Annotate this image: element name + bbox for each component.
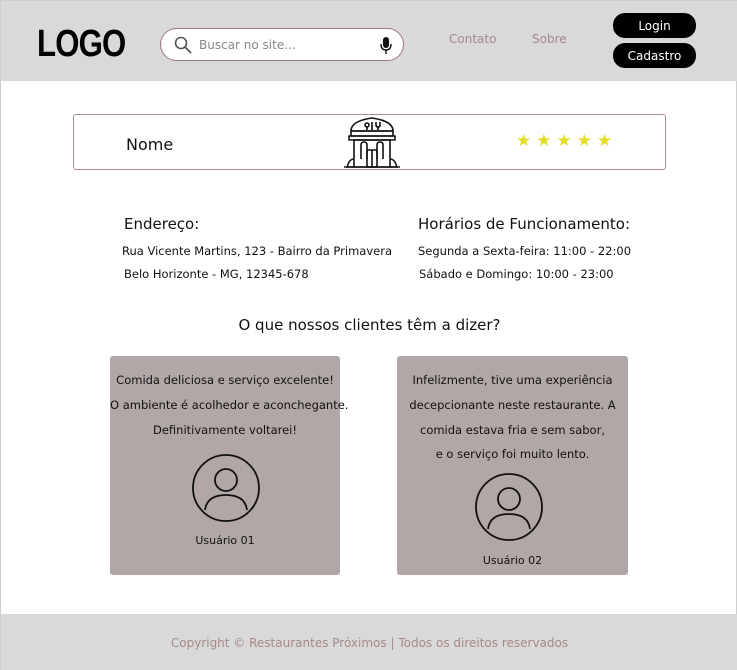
reviews-title: O que nossos clientes têm a dizer? — [238, 316, 501, 334]
review-username: Usuário 02 — [482, 554, 543, 567]
star-icon: ★ — [556, 131, 572, 151]
review-text: O ambiente é acolhedor e aconchegante. — [110, 398, 349, 412]
star-rating: ★ ★ ★ ★ ★ — [516, 132, 612, 150]
review-username: Usuário 01 — [195, 534, 255, 547]
nav-link-contato[interactable]: Contato — [449, 32, 496, 46]
address-title: Endereço: — [124, 215, 200, 233]
address-line-2: Belo Horizonte - MG, 12345-678 — [124, 267, 309, 281]
hours-title: Horários de Funcionamento: — [418, 215, 630, 233]
restaurant-name-card: Nome ★ ★ ★ ★ ★ — [73, 114, 666, 170]
review-text: Definitivamente voltarei! — [153, 423, 297, 437]
star-icon: ★ — [536, 131, 552, 151]
footer: Copyright © Restaurantes Próximos | Todo… — [1, 614, 737, 670]
logo[interactable]: LOGO — [37, 23, 126, 66]
review-text: comida estava fria e sem sabor, — [420, 423, 605, 437]
copyright-text: Copyright © Restaurantes Próximos | Todo… — [170, 636, 569, 650]
hours-line-1: Segunda a Sexta-feira: 11:00 - 22:00 — [418, 244, 632, 258]
review-card: Comida deliciosa e serviço excelente! O … — [110, 356, 349, 575]
user-avatar-icon — [192, 454, 260, 522]
hours-line-2: Sábado e Domingo: 10:00 - 23:00 — [419, 267, 614, 281]
review-text: Comida deliciosa e serviço excelente! — [116, 373, 334, 387]
search-icon — [174, 36, 192, 54]
star-icon: ★ — [516, 131, 532, 151]
restaurant-name: Nome — [126, 135, 174, 154]
review-text: Infelizmente, tive uma experiência — [412, 373, 613, 387]
star-icon: ★ — [576, 131, 592, 151]
user-avatar-icon — [475, 473, 543, 541]
address-line-1: Rua Vicente Martins, 123 - Bairro da Pri… — [122, 244, 392, 258]
restaurant-building-icon — [344, 117, 400, 168]
review-card: Infelizmente, tive uma experiência decep… — [397, 356, 628, 575]
header: LOGO Contato Sobre Login Cadastro — [1, 1, 737, 81]
search-input[interactable] — [199, 34, 374, 56]
login-button[interactable]: Login — [613, 13, 696, 38]
nav-link-sobre[interactable]: Sobre — [532, 32, 567, 46]
microphone-icon[interactable] — [379, 36, 393, 55]
cadastro-button[interactable]: Cadastro — [613, 43, 696, 68]
review-text: e o serviço foi muito lento. — [435, 447, 590, 461]
review-text: decepcionante neste restaurante. A — [409, 398, 616, 412]
star-icon: ★ — [597, 131, 613, 151]
search-bar[interactable] — [160, 28, 404, 61]
